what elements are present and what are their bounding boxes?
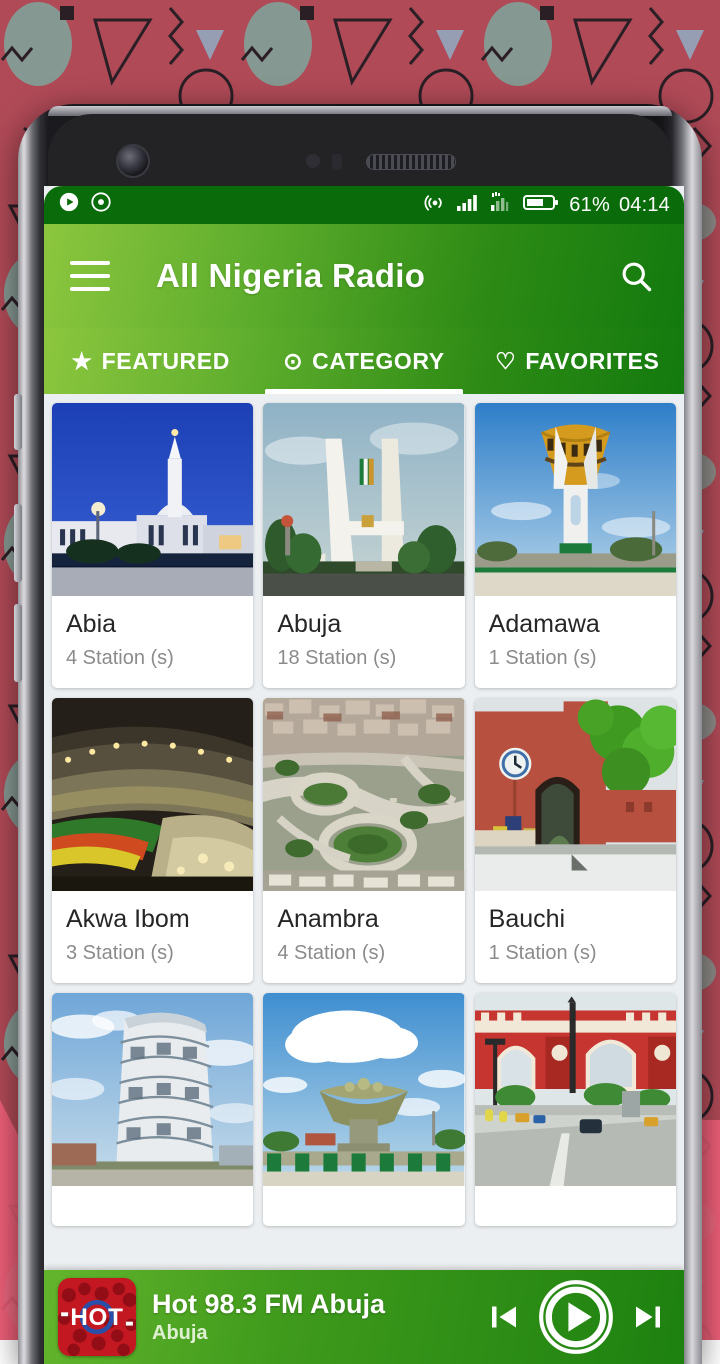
category-card-abuja[interactable]: Abuja 18 Station (s) <box>263 403 464 688</box>
play-circle-icon <box>58 191 80 219</box>
abia-state-building-photo <box>52 403 253 596</box>
category-card-anambra[interactable]: Anambra 4 Station (s) <box>263 698 464 983</box>
track-title: Hot 98.3 FM Abuja <box>152 1289 486 1320</box>
category-name: Anambra <box>277 905 450 934</box>
station-count: 4 Station (s) <box>277 942 450 965</box>
battery-icon <box>522 192 560 218</box>
device-power-button[interactable] <box>14 604 22 682</box>
device-volume-up-button[interactable] <box>14 394 22 450</box>
adamawa-monument-photo <box>475 403 676 596</box>
track-subtitle: Abuja <box>152 1322 486 1345</box>
card-body: Bauchi 1 Station (s) <box>475 891 676 983</box>
category-name: Abuja <box>277 610 450 639</box>
station-count: 1 Station (s) <box>489 942 662 965</box>
heart-icon: ♡ <box>495 350 516 373</box>
skip-previous-icon[interactable] <box>486 1299 522 1335</box>
phone-device-mockup: 61% 04:14 All Nigeria Radio ★ FEATURED <box>18 104 702 1364</box>
akwa-ibom-stadium-photo <box>52 698 253 891</box>
device-top-bezel <box>48 114 672 192</box>
category-card-akwa-ibom[interactable]: Akwa Ibom 3 Station (s) <box>52 698 253 983</box>
category-card-abia[interactable]: Abia 4 Station (s) <box>52 403 253 688</box>
battery-percentage: 61% <box>569 194 610 217</box>
category-name: Abia <box>66 610 239 639</box>
hotspot-icon <box>423 191 447 219</box>
now-playing-bar[interactable]: HOT Hot 98.3 FM Abuja Abuja <box>44 1270 684 1364</box>
borno-red-gate-photo <box>475 993 676 1186</box>
category-name: Akwa Ibom <box>66 905 239 934</box>
signal-bars-icon <box>456 192 480 218</box>
category-card-row3-2[interactable] <box>263 993 464 1226</box>
light-sensor-icon <box>332 154 342 170</box>
card-body <box>475 1186 676 1226</box>
station-count: 3 Station (s) <box>66 942 239 965</box>
phone-screen: 61% 04:14 All Nigeria Radio ★ FEATURED <box>44 186 684 1364</box>
category-card-row3-3[interactable] <box>475 993 676 1226</box>
station-count: 18 Station (s) <box>277 647 450 670</box>
tab-bar: ★ FEATURED ⊙ CATEGORY ♡ FAVORITES <box>44 328 684 394</box>
status-bar-clock: 04:14 <box>619 194 670 217</box>
bauchi-red-arch-photo <box>475 698 676 891</box>
app-bar: All Nigeria Radio <box>44 224 684 328</box>
card-body: Adamawa 1 Station (s) <box>475 596 676 688</box>
category-card-row3-1[interactable] <box>52 993 253 1226</box>
play-button[interactable] <box>538 1279 614 1355</box>
tab-category-label: CATEGORY <box>312 348 445 375</box>
category-card-adamawa[interactable]: Adamawa 1 Station (s) <box>475 403 676 688</box>
category-name: Adamawa <box>489 610 662 639</box>
signal-data-icon <box>489 192 513 218</box>
hamburger-menu-icon[interactable] <box>70 261 110 291</box>
card-body: Akwa Ibom 3 Station (s) <box>52 891 253 983</box>
status-bar-left-icons <box>58 191 112 219</box>
card-body: Abuja 18 Station (s) <box>263 596 464 688</box>
status-bar-right-icons: 61% 04:14 <box>423 191 670 219</box>
skip-next-icon[interactable] <box>630 1299 666 1335</box>
station-count: 1 Station (s) <box>489 647 662 670</box>
abuja-city-gate-photo <box>263 403 464 596</box>
star-icon: ★ <box>71 350 92 373</box>
station-count: 4 Station (s) <box>66 647 239 670</box>
tab-featured-label: FEATURED <box>102 348 230 375</box>
card-body: Abia 4 Station (s) <box>52 596 253 688</box>
category-card-bauchi[interactable]: Bauchi 1 Station (s) <box>475 698 676 983</box>
category-grid[interactable]: Abia 4 Station (s) <box>44 394 684 1302</box>
search-icon[interactable] <box>614 254 658 298</box>
earpiece-speaker <box>366 154 456 170</box>
benue-bowl-monument-photo <box>263 993 464 1186</box>
status-bar: 61% 04:14 <box>44 186 684 224</box>
card-body <box>263 1186 464 1226</box>
bayelsa-curved-tower-photo <box>52 993 253 1186</box>
proximity-sensor-icon <box>306 154 320 168</box>
svg-text:HOT: HOT <box>70 1304 123 1331</box>
anambra-interchange-photo <box>263 698 464 891</box>
target-icon: ⊙ <box>283 350 303 373</box>
tab-category[interactable]: ⊙ CATEGORY <box>257 328 470 394</box>
tab-favorites[interactable]: ♡ FAVORITES <box>471 328 684 394</box>
record-circle-icon <box>90 191 112 219</box>
device-volume-down-button[interactable] <box>14 504 22 582</box>
page-title: All Nigeria Radio <box>156 257 614 295</box>
hot-fm-album-art: HOT <box>58 1278 136 1356</box>
card-body: Anambra 4 Station (s) <box>263 891 464 983</box>
front-camera-icon <box>116 144 150 178</box>
tab-favorites-label: FAVORITES <box>525 348 659 375</box>
player-controls <box>486 1279 666 1355</box>
tab-featured[interactable]: ★ FEATURED <box>44 328 257 394</box>
track-info: Hot 98.3 FM Abuja Abuja <box>152 1289 486 1345</box>
category-name: Bauchi <box>489 905 662 934</box>
card-body <box>52 1186 253 1226</box>
